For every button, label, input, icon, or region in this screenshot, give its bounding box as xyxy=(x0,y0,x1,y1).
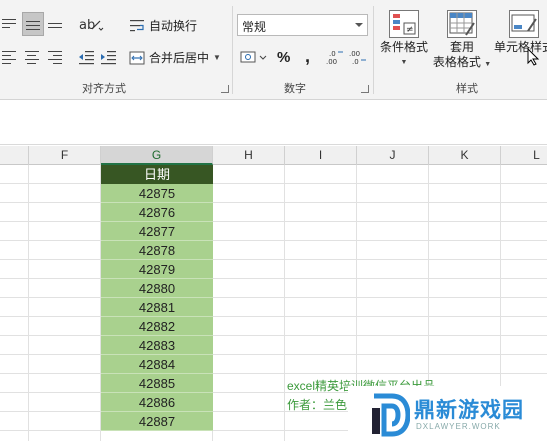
gridline xyxy=(0,259,547,260)
select-all-corner[interactable] xyxy=(0,146,29,165)
formula-bar-area[interactable] xyxy=(0,101,547,145)
date-value-cell[interactable]: 42884 xyxy=(101,355,213,374)
decrease-decimal-icon[interactable]: .00.0 xyxy=(349,48,369,66)
date-value-cell[interactable]: 42877 xyxy=(101,222,213,241)
align-middle-icon[interactable] xyxy=(22,12,44,36)
comma-style-button[interactable]: , xyxy=(305,46,310,67)
date-value-cell[interactable]: 42885 xyxy=(101,374,213,393)
date-value-cell[interactable]: 42882 xyxy=(101,317,213,336)
percent-symbol: % xyxy=(277,49,291,66)
svg-text:.00: .00 xyxy=(326,58,337,66)
site-logo: 鼎新游戏园 DXLAWYER.WORK xyxy=(348,386,547,441)
svg-text:≠: ≠ xyxy=(406,25,414,35)
gridline xyxy=(0,202,547,203)
watermark-line2: 作者：兰色 xyxy=(287,398,348,412)
wrap-text-icon xyxy=(130,19,144,31)
merge-center-button[interactable]: 合并后居中 ▼ xyxy=(129,49,221,66)
percent-style-button[interactable]: % xyxy=(277,49,290,66)
number-group-label: 数字 xyxy=(284,83,306,95)
date-value-cell[interactable]: 42880 xyxy=(101,279,213,298)
comma-symbol: , xyxy=(305,46,311,66)
format-as-table-label-line1: 套用 xyxy=(449,40,474,54)
number-format-dropdown[interactable]: 常规 xyxy=(237,14,368,36)
date-value-cell[interactable]: 42883 xyxy=(101,336,213,355)
merge-center-label: 合并后居中 xyxy=(149,51,210,65)
chevron-down-icon: ▼ xyxy=(484,61,492,68)
svg-text:ab: ab xyxy=(79,18,95,33)
increase-indent-icon[interactable] xyxy=(99,49,117,67)
alignment-dialog-launcher-icon[interactable] xyxy=(221,85,229,93)
conditional-format-icon: ≠ xyxy=(389,10,419,38)
gridline xyxy=(0,183,547,184)
column-header-k[interactable]: K xyxy=(429,146,501,165)
group-divider xyxy=(232,6,233,94)
svg-text:.0: .0 xyxy=(352,58,359,66)
align-top-icon[interactable] xyxy=(2,16,16,34)
logo-mark-icon xyxy=(372,393,410,437)
gridline xyxy=(0,240,547,241)
orientation-icon[interactable]: ab xyxy=(78,15,104,33)
gridline xyxy=(28,165,29,441)
gridline xyxy=(0,373,547,374)
styles-group-label: 样式 xyxy=(456,83,478,95)
gridline xyxy=(0,221,547,222)
wrap-text-button[interactable]: 自动换行 xyxy=(129,17,197,34)
column-header-row: F G H I J K L xyxy=(0,146,547,165)
date-value-cell[interactable]: 42876 xyxy=(101,203,213,222)
date-header-cell[interactable]: 日期 xyxy=(101,165,213,184)
cell-styles-icon xyxy=(509,10,539,38)
date-value-cell[interactable]: 42878 xyxy=(101,241,213,260)
format-as-table-label-line2: 表格格式 xyxy=(432,55,481,69)
date-value-cell[interactable]: 42879 xyxy=(101,260,213,279)
group-divider xyxy=(373,6,374,94)
number-format-value: 常规 xyxy=(242,20,267,34)
chevron-down-icon xyxy=(355,23,363,27)
gridline xyxy=(0,316,547,317)
logo-title: 鼎新游戏园 xyxy=(414,399,524,422)
svg-text:.00: .00 xyxy=(349,50,360,58)
chevron-down-icon: ▼ xyxy=(400,59,408,66)
column-header-g[interactable]: G xyxy=(101,146,213,165)
align-right-icon[interactable] xyxy=(48,48,62,66)
wrap-text-label: 自动换行 xyxy=(149,19,198,33)
column-header-j[interactable]: J xyxy=(357,146,429,165)
gridline xyxy=(0,297,547,298)
alignment-group-label: 对齐方式 xyxy=(82,83,126,95)
date-value-cell[interactable]: 42886 xyxy=(101,393,213,412)
svg-text:.0: .0 xyxy=(329,50,336,58)
conditional-format-button[interactable]: ≠ 条件格式 ▼ xyxy=(378,10,430,70)
align-bottom-icon[interactable] xyxy=(48,20,62,38)
gridline xyxy=(0,335,547,336)
date-value-cell[interactable]: 42881 xyxy=(101,298,213,317)
increase-decimal-icon[interactable]: .0.00 xyxy=(326,48,346,66)
conditional-format-label: 条件格式 xyxy=(379,40,428,54)
gridline xyxy=(0,354,547,355)
ribbon: ab 自动换行 合并后居中 ▼ 对齐方式 常规 % , .0.00 .00 .0… xyxy=(0,0,547,100)
merge-dropdown-arrow-icon[interactable]: ▼ xyxy=(213,53,221,62)
date-value-cell[interactable]: 42887 xyxy=(101,412,213,431)
merge-center-icon xyxy=(129,51,145,64)
align-center-icon[interactable] xyxy=(25,48,39,66)
decrease-indent-icon[interactable] xyxy=(77,49,95,67)
column-header-i[interactable]: I xyxy=(285,146,357,165)
gridline xyxy=(284,165,285,441)
number-dialog-launcher-icon[interactable] xyxy=(361,85,369,93)
accounting-format-icon[interactable] xyxy=(240,49,268,67)
date-value-cell[interactable]: 42875 xyxy=(101,184,213,203)
gridline xyxy=(0,278,547,279)
column-header-l[interactable]: L xyxy=(501,146,547,165)
align-left-icon[interactable] xyxy=(2,48,16,66)
format-as-table-button[interactable]: 套用 表格格式 ▼ xyxy=(431,10,493,72)
mouse-cursor-icon xyxy=(527,48,540,66)
logo-subtitle: DXLAWYER.WORK xyxy=(416,422,501,431)
column-header-f[interactable]: F xyxy=(29,146,101,165)
format-as-table-icon xyxy=(447,10,477,38)
column-header-h[interactable]: H xyxy=(213,146,285,165)
